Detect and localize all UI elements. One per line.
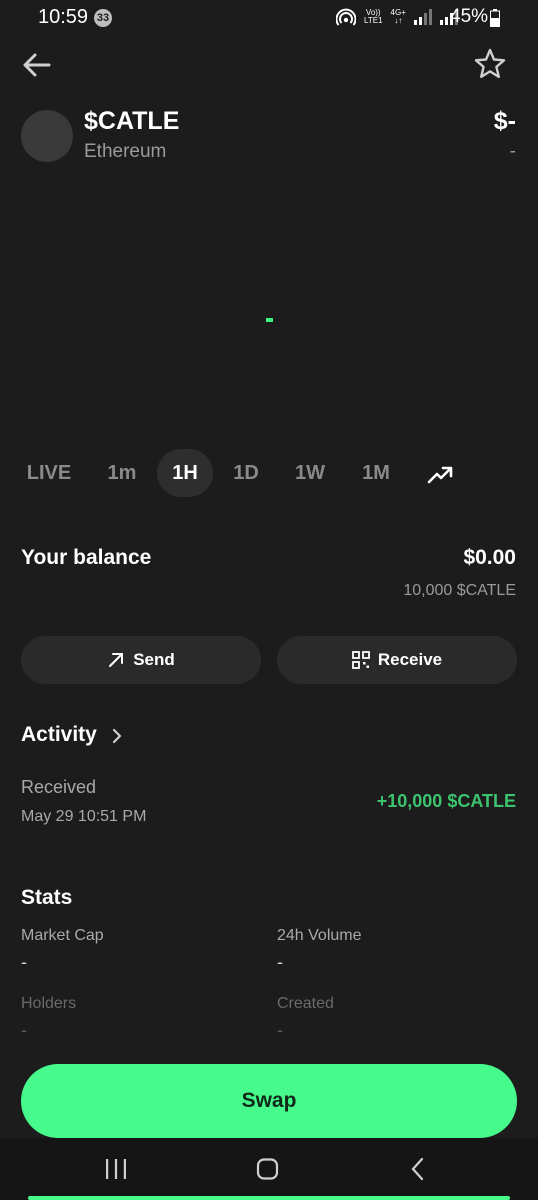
arrow-up-right-icon <box>109 653 124 667</box>
send-label: Send <box>133 650 175 669</box>
activity-amount: +10,000 $CATLE <box>376 791 516 811</box>
hotspot-icon <box>336 8 356 26</box>
token-name: $CATLE <box>84 107 180 135</box>
price-chart[interactable] <box>0 180 538 440</box>
token-avatar <box>21 110 73 162</box>
battery-percent: 45% <box>450 6 489 27</box>
activity-title: Activity <box>21 723 97 746</box>
stat-value-market-cap: - <box>21 952 27 972</box>
tab-1w[interactable]: 1W <box>280 449 340 497</box>
activity-type: Received <box>21 777 97 797</box>
token-chain: Ethereum <box>84 141 167 162</box>
qr-code-icon <box>351 651 370 669</box>
battery-charging-icon <box>490 9 500 27</box>
stat-label-created: Created <box>277 995 334 1012</box>
token-price-change: - <box>509 141 516 162</box>
token-price: $- <box>493 107 516 135</box>
tab-live[interactable]: LIVE <box>14 449 84 497</box>
chart-point <box>266 318 273 322</box>
lte-label: LTE1 <box>364 16 383 25</box>
notification-count-badge: 33 <box>94 9 112 27</box>
chart-range-tabs: LIVE 1m 1H 1D 1W 1M <box>0 449 538 497</box>
status-icons: Vo)) LTE1 4G+ ↓↑ <box>336 7 458 27</box>
bottom-accent-strip <box>28 1196 510 1200</box>
stat-label-24h-volume: 24h Volume <box>277 927 362 944</box>
star-outline-icon <box>474 48 506 78</box>
network-type-indicator: 4G+ ↓↑ <box>390 8 406 25</box>
stat-value-holders: - <box>21 1020 27 1040</box>
activity-list-item[interactable]: Received May 29 10:51 PM +10,000 $CATLE <box>0 766 538 836</box>
volte-indicator: Vo)) LTE1 <box>364 9 383 25</box>
receive-label: Receive <box>377 650 443 669</box>
send-button[interactable]: Send <box>21 636 261 684</box>
signal-1-icon <box>413 9 432 25</box>
activity-date: May 29 10:51 PM <box>21 808 147 825</box>
status-time: 10:59 <box>38 6 89 28</box>
back-button[interactable] <box>20 48 54 82</box>
balance-label: Your balance <box>21 546 152 569</box>
nav-back-icon[interactable] <box>408 1157 428 1181</box>
swap-button[interactable]: Swap <box>21 1064 517 1138</box>
arrow-left-icon <box>23 53 51 77</box>
status-bar: 10:59 33 Vo)) LTE1 4G+ ↓↑ 45% <box>0 0 538 36</box>
stats-title: Stats <box>21 886 73 909</box>
receive-button[interactable]: Receive <box>277 636 517 684</box>
trending-up-icon <box>427 466 453 484</box>
balance-value: $0.00 <box>463 546 516 569</box>
system-navigation-bar <box>0 1138 538 1200</box>
recents-icon[interactable] <box>104 1158 128 1180</box>
stat-value-24h-volume: - <box>277 952 283 972</box>
tab-1mo[interactable]: 1M <box>346 449 406 497</box>
tab-1d[interactable]: 1D <box>218 449 274 497</box>
balance-token-amount: 10,000 $CATLE <box>403 582 516 599</box>
stat-label-market-cap: Market Cap <box>21 927 104 944</box>
chevron-right-icon <box>112 728 122 744</box>
stat-value-created: - <box>277 1020 283 1040</box>
stat-label-holders: Holders <box>21 995 77 1012</box>
favorite-button[interactable] <box>472 46 508 82</box>
tab-1m[interactable]: 1m <box>92 449 152 497</box>
chart-type-button[interactable] <box>414 449 466 497</box>
home-icon[interactable] <box>256 1158 280 1180</box>
tab-1h[interactable]: 1H <box>157 449 213 497</box>
